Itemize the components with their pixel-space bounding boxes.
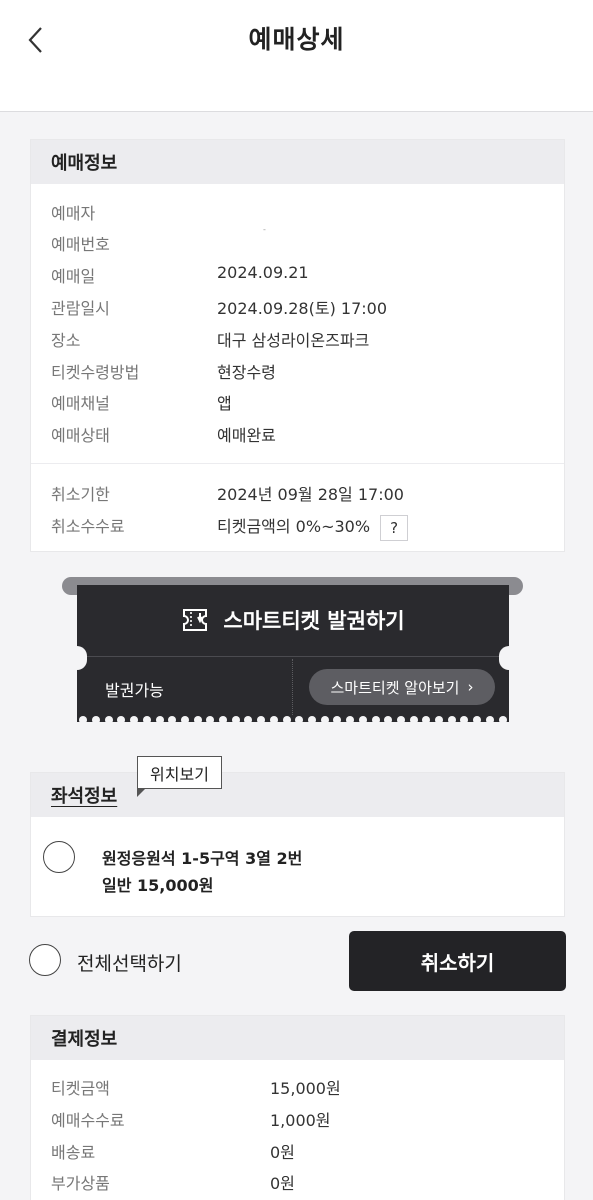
ticket-notch-right <box>499 646 509 670</box>
seat-description: 원정응원석 1-5구역 3열 2번 <box>102 849 303 868</box>
payment-row-booking-fee: 예매수수료 1,000원 <box>51 1111 331 1130</box>
select-all-label[interactable]: 전체선택하기 <box>77 949 182 976</box>
info-row-booking-date: 예매일 2024.09.21 <box>51 263 309 286</box>
payment-info-card: 결제정보 티켓금액 15,000원 예매수수료 1,000원 배송료 0원 부가… <box>30 1015 565 1200</box>
payment-row-delivery-fee: 배송료 0원 <box>51 1143 295 1162</box>
learn-more-label: 스마트티켓 알아보기 <box>330 678 460 697</box>
info-row-booking-number: 예매번호 - <box>51 225 266 254</box>
payment-info-title: 결제정보 <box>31 1016 564 1060</box>
booking-info-title: 예매정보 <box>31 140 564 184</box>
divider <box>31 463 564 464</box>
top-bar: 예매상세 <box>0 0 593 112</box>
select-all-radio[interactable] <box>29 944 61 976</box>
page-title: 예매상세 <box>248 25 345 54</box>
info-row-booker: 예매자 <box>51 204 96 223</box>
info-row-channel: 예매채널 앱 <box>51 394 232 413</box>
ticket-divider <box>77 656 509 657</box>
smart-ticket-learn-more-button[interactable]: 스마트티켓 알아보기 › <box>309 669 495 705</box>
cancel-fee-value: 티켓금액의 0%~30% <box>217 517 371 536</box>
view-location-tooltip[interactable]: 위치보기 <box>137 756 222 797</box>
seat-info-card: 좌석정보 원정응원석 1-5구역 3열 2번 일반 15,000원 <box>30 772 565 917</box>
smart-ticket-card: 스마트티켓 발권하기 발권가능 스마트티켓 알아보기 › <box>77 585 509 722</box>
smart-ticket-issue-button[interactable]: 스마트티켓 발권하기 <box>77 585 509 655</box>
cancel-fee-help-button[interactable]: ? <box>380 514 409 541</box>
seat-info-header: 좌석정보 <box>31 773 564 817</box>
info-row-cancel-deadline: 취소기한 2024년 09월 28일 17:00 <box>51 485 404 504</box>
payment-row-ticket-price: 티켓금액 15,000원 <box>51 1079 341 1098</box>
payment-row-addon: 부가상품 0원 <box>51 1174 295 1193</box>
seat-info-title[interactable]: 좌석정보 <box>51 782 117 808</box>
info-row-cancel-fee: 취소수수료 티켓금액의 0%~30%? <box>51 513 551 541</box>
info-row-ticket-pickup: 티켓수령방법 현장수령 <box>51 363 276 382</box>
ticket-perforation <box>77 716 509 722</box>
chevron-right-icon: › <box>467 678 474 696</box>
ticket-icon <box>183 609 208 631</box>
ticket-issue-status: 발권가능 <box>105 681 164 700</box>
info-row-performance-datetime: 관람일시 2024.09.28(토) 17:00 <box>51 299 388 318</box>
info-row-venue: 장소 대구 삼성라이온즈파크 <box>51 331 370 350</box>
smart-ticket-issue-label: 스마트티켓 발권하기 <box>223 609 405 633</box>
ticket-vertical-divider <box>292 659 293 715</box>
seat-price: 일반 15,000원 <box>102 876 214 895</box>
info-row-status: 예매상태 예매완료 <box>51 426 276 445</box>
cancel-booking-button[interactable]: 취소하기 <box>349 931 566 991</box>
seat-select-radio[interactable] <box>43 841 75 873</box>
booking-info-card: 예매정보 예매자 예매번호 - 예매일 2024.09.21 관람일시 2024… <box>30 139 565 552</box>
